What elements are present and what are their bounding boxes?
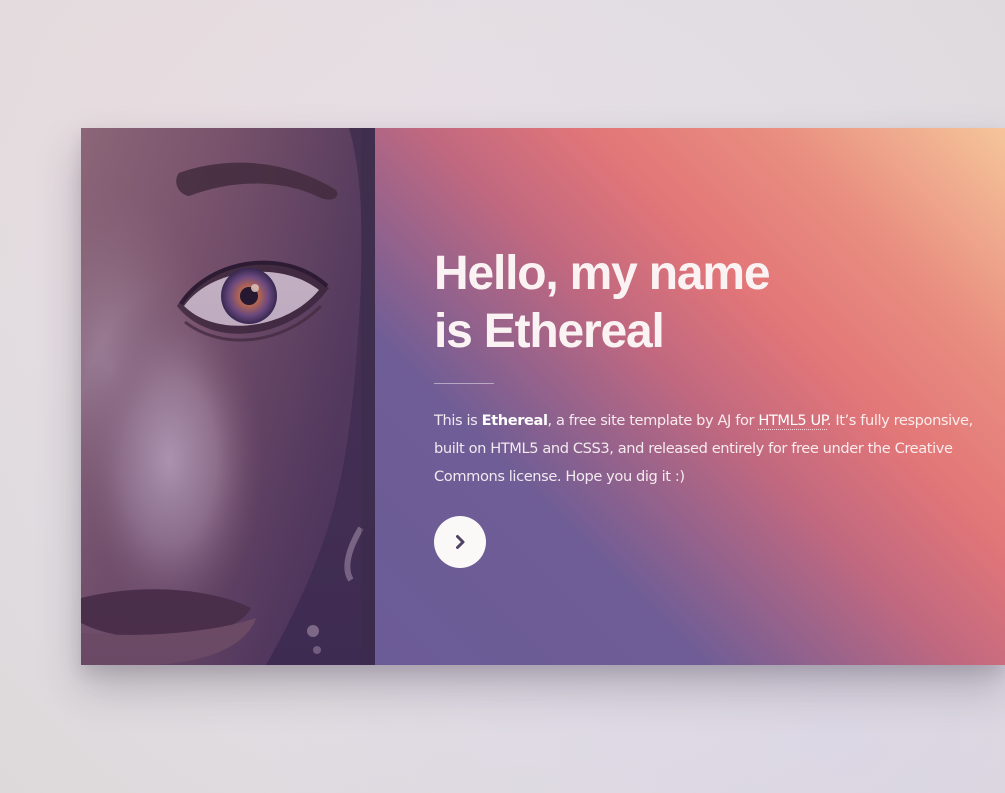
intro-paragraph: This is Ethereal, a free site template b… [434, 407, 974, 491]
heading-line-2: is Ethereal [434, 305, 665, 358]
hero-panel: Hello, my name is Ethereal This is Ether… [81, 128, 1005, 665]
intro-heading: Hello, my name is Ethereal [434, 245, 854, 361]
html5up-link[interactable]: HTML5 UP [758, 412, 827, 430]
intro-text-start: This is [434, 412, 482, 429]
next-button[interactable] [434, 516, 486, 568]
intro-text-middle: , a free site template by AJ for [547, 412, 759, 429]
chevron-right-icon [456, 535, 465, 549]
heading-divider [434, 383, 494, 384]
heading-line-1: Hello, my name [434, 247, 771, 300]
intro-section: Hello, my name is Ethereal This is Ether… [375, 128, 1005, 665]
site-name: Ethereal [481, 412, 548, 429]
portrait-image [81, 128, 375, 665]
